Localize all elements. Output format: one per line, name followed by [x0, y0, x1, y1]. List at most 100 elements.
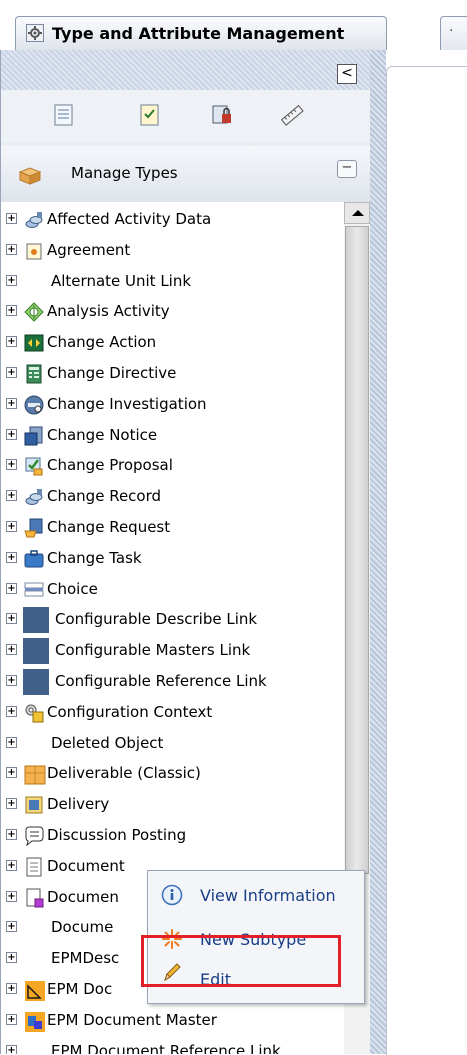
tree-node[interactable]: + Change Directive — [1, 359, 341, 389]
expand-icon[interactable]: + — [6, 305, 17, 317]
info-icon — [161, 884, 183, 906]
tree-node-label: Documen — [47, 887, 119, 906]
tree-node[interactable]: + EPM Document Reference Link — [1, 1037, 341, 1054]
tree-node[interactable]: + Change Notice — [1, 421, 341, 451]
expand-icon[interactable]: + — [6, 736, 17, 748]
tree-node-label: Affected Activity Data — [47, 210, 212, 228]
choice-icon — [24, 580, 44, 600]
tree-node-label: Change Record — [47, 487, 162, 506]
tree-node[interactable]: + EPM Document Master — [1, 1006, 341, 1036]
expand-icon[interactable]: + — [6, 890, 17, 902]
lock-document-icon[interactable] — [209, 102, 235, 128]
investigation-icon — [24, 395, 44, 415]
scroll-thumb[interactable] — [345, 226, 369, 874]
tree-node-label: EPM Doc — [47, 980, 113, 998]
tree-node-label: EPM Document Master — [47, 1010, 217, 1029]
task-icon — [24, 549, 44, 569]
expand-icon[interactable]: + — [6, 705, 17, 717]
expand-icon[interactable]: + — [6, 1013, 17, 1025]
tree-node[interactable]: + Change Record — [1, 482, 341, 512]
minimize-section-button[interactable]: − — [337, 160, 357, 178]
tree-node-label: EPM Document Reference Link — [51, 1041, 281, 1054]
expand-icon[interactable]: + — [6, 921, 17, 933]
expand-icon[interactable]: + — [6, 367, 17, 378]
tree-node-label: Deliverable (Classic) — [47, 764, 201, 783]
tree-node-label: Discussion Posting — [47, 826, 187, 844]
expand-icon[interactable]: + — [6, 675, 17, 686]
tree-node[interactable]: + Change Action — [1, 328, 341, 358]
tree-node-label: Change Action — [47, 333, 157, 352]
discussion-icon — [24, 826, 44, 847]
manage-types-header[interactable]: Manage Types − — [1, 146, 370, 202]
expand-icon[interactable]: + — [6, 983, 17, 994]
tree-node-label: Docume — [51, 918, 114, 937]
expand-icon[interactable]: + — [6, 613, 17, 625]
expand-icon[interactable]: + — [6, 490, 17, 502]
tab-second[interactable]: · — [440, 16, 467, 50]
tree-node[interactable]: + Configuration Context — [1, 698, 341, 728]
tree-node[interactable]: + Configurable Describe Link — [1, 605, 341, 635]
tree-node-label: Change Directive — [47, 364, 177, 382]
view-information-menu-item[interactable]: View Information — [148, 875, 364, 915]
list-icon[interactable] — [51, 102, 77, 128]
expand-icon[interactable]: + — [6, 767, 17, 779]
tree-node[interactable]: + Deliverable (Classic) — [1, 759, 341, 789]
tree-node[interactable]: + Discussion Posting — [1, 821, 341, 851]
expand-icon[interactable]: + — [6, 829, 17, 840]
tab-second-glyph: · — [449, 23, 454, 39]
expand-icon[interactable]: + — [6, 274, 17, 286]
request-icon — [24, 518, 44, 538]
link-icon — [24, 487, 44, 507]
expand-icon[interactable]: + — [6, 644, 17, 656]
tree-node[interactable]: + Change Task — [1, 544, 341, 574]
change-action-icon — [24, 333, 44, 353]
tree-node-label: Agreement — [47, 240, 131, 259]
expand-icon[interactable]: + — [6, 952, 17, 964]
expand-icon[interactable]: + — [6, 397, 17, 409]
scroll-up-button[interactable] — [344, 202, 370, 224]
tree-node[interactable]: + Configurable Masters Link — [1, 636, 341, 666]
tree-node[interactable]: + Analysis Activity — [1, 297, 341, 327]
expand-icon[interactable]: + — [6, 582, 17, 594]
expand-icon[interactable]: + — [6, 336, 17, 348]
document-icon — [24, 857, 44, 877]
expand-icon[interactable]: + — [6, 428, 17, 440]
tree-node[interactable]: + Change Request — [1, 513, 341, 543]
tree-node[interactable]: + Change Investigation — [1, 390, 341, 420]
checklist-icon[interactable] — [137, 102, 163, 128]
collapse-panel-button[interactable]: < — [337, 64, 357, 84]
expand-icon[interactable]: + — [6, 459, 17, 471]
menu-item-label: View Information — [200, 886, 336, 905]
expand-icon[interactable]: + — [6, 243, 17, 255]
section-title: Manage Types — [71, 164, 178, 182]
tree-node[interactable]: + Choice — [1, 575, 341, 605]
tree-node[interactable]: + Change Proposal — [1, 451, 341, 481]
ruler-icon[interactable] — [279, 102, 305, 128]
tree-node-label: Change Task — [47, 548, 142, 567]
panel-splitter[interactable] — [370, 50, 386, 1054]
tree-node[interactable]: + Alternate Unit Link — [1, 267, 341, 297]
tree-node[interactable]: + Deleted Object — [1, 729, 341, 759]
square-icon — [23, 607, 51, 635]
tree-node-label: Change Request — [47, 518, 171, 536]
highlight-box — [141, 935, 341, 987]
tree-node[interactable]: + Affected Activity Data — [1, 205, 341, 235]
expand-icon[interactable]: + — [6, 859, 17, 871]
box-icon — [17, 164, 43, 190]
expand-icon[interactable]: + — [6, 551, 17, 563]
proposal-icon — [24, 456, 44, 476]
tab-bar: Type and Attribute Management · — [0, 0, 467, 50]
tree-node[interactable]: + Configurable Reference Link — [1, 667, 341, 697]
tree-node-label: EPMDesc — [51, 949, 120, 968]
tree-node[interactable]: + Agreement — [1, 236, 341, 266]
expand-icon[interactable]: + — [6, 521, 17, 532]
notice-icon — [24, 426, 44, 446]
expand-icon[interactable]: + — [6, 1044, 17, 1054]
tab-type-attribute-management[interactable]: Type and Attribute Management — [15, 16, 387, 50]
tree-node[interactable]: + Delivery — [1, 790, 341, 820]
tree-node-label: Document — [47, 856, 125, 875]
expand-icon[interactable]: + — [6, 213, 17, 224]
tree-node-label: Configurable Masters Link — [55, 641, 251, 660]
expand-icon[interactable]: + — [6, 798, 17, 810]
tree-node-label: Change Notice — [47, 425, 158, 444]
